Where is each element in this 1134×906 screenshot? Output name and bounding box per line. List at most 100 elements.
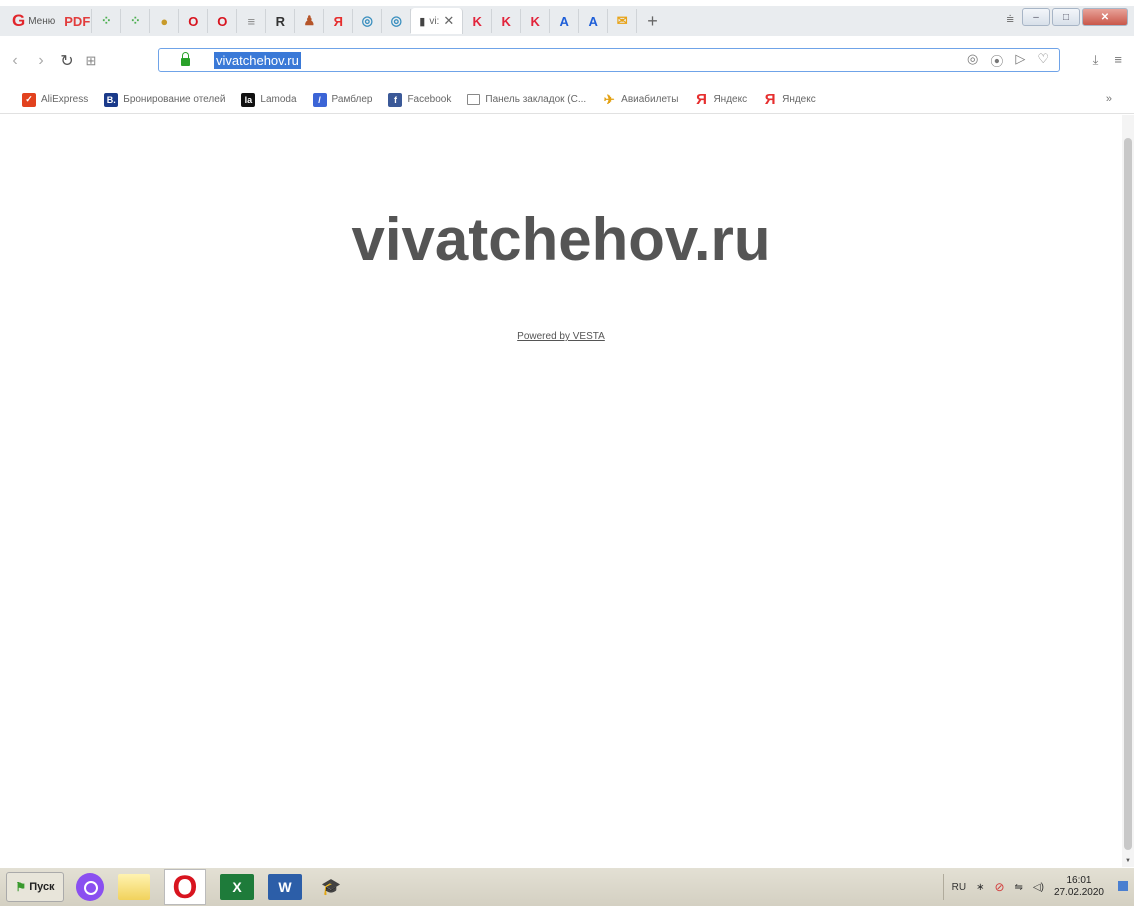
address-row: ‹ › ↻ ⊞ vivatchehov.ru ◎ ⦿ ▷ ♡ ⤓ ≡ <box>0 36 1134 86</box>
bookmark-item[interactable]: B. Бронирование отелей <box>104 92 226 107</box>
lock-icon[interactable] <box>181 52 190 66</box>
folder-icon <box>467 94 481 105</box>
tab[interactable]: A <box>550 9 580 33</box>
booking-icon: B. <box>104 92 119 107</box>
tab[interactable]: PDF <box>63 9 93 33</box>
clock-date: 27.02.2020 <box>1053 887 1104 898</box>
tabs-grid-icon[interactable]: ⊞ <box>78 53 104 69</box>
menu-icon[interactable]: ≡ <box>1114 52 1122 68</box>
camera-icon[interactable]: ◎ <box>967 51 978 70</box>
pdf-icon: PDF <box>64 13 91 29</box>
tab[interactable]: O <box>208 9 238 33</box>
person-icon: ♟ <box>303 13 316 28</box>
tab[interactable]: O <box>179 9 209 33</box>
tab[interactable]: ✉ <box>608 9 638 33</box>
word-icon[interactable]: W <box>268 874 302 900</box>
tab[interactable]: ⁘ <box>121 9 151 33</box>
tab[interactable]: ◎ <box>353 9 383 33</box>
tab-bar: G Меню PDF ⁘ ⁘ ● O O ≡ R ♟ Я ◎ ◎ ▮ vi: ✕ K K K A A ✉ + ⩧… <box>0 6 1134 36</box>
active-tab[interactable]: ▮ vi: ✕ <box>411 8 464 34</box>
bookmark-item[interactable]: / Рамблер <box>312 92 372 107</box>
window-controls: – □ ✕ <box>1022 6 1128 28</box>
volume-icon[interactable]: ◁) <box>1033 882 1044 893</box>
yandex-icon: Я <box>333 13 343 29</box>
bookmark-label: Lamoda <box>260 94 297 105</box>
graduation-cap-icon[interactable]: 🎓 <box>316 871 346 903</box>
scrollbar-thumb[interactable] <box>1124 138 1132 850</box>
protect-icon[interactable]: ⦿ <box>990 51 1003 70</box>
browser-menu-button[interactable]: G Меню <box>0 8 63 34</box>
bookmark-item[interactable]: ✓ AliExpress <box>22 92 88 107</box>
excel-icon[interactable]: X <box>220 874 254 900</box>
system-tray: RU ∗ ⊘ ⇋ ◁) 16:01 27.02.2020 <box>942 874 1104 900</box>
r-icon: R <box>275 13 285 29</box>
close-tab-icon[interactable]: ✕ <box>443 13 454 29</box>
start-button[interactable]: ⚑ Пуск <box>6 872 64 902</box>
bookmark-label: Панель закладок (C... <box>485 94 587 105</box>
a-icon: A <box>588 13 598 29</box>
tab[interactable]: ⁘ <box>92 9 122 33</box>
a-icon: A <box>559 13 569 29</box>
bluetooth-icon[interactable]: ∗ <box>976 882 984 893</box>
back-icon[interactable]: ‹ <box>4 52 26 70</box>
clock[interactable]: 16:01 27.02.2020 <box>1054 875 1104 899</box>
opera-taskbar-icon[interactable]: O <box>164 869 206 905</box>
more-bookmarks-icon[interactable]: » <box>1106 93 1112 105</box>
play-icon[interactable]: ▷ <box>1015 51 1025 70</box>
opera-icon: O <box>188 13 199 29</box>
page-content: vivatchehov.ru Powered by VESTA <box>0 115 1122 867</box>
scroll-down-arrow-icon[interactable]: ▼ <box>1125 858 1131 864</box>
opera-icon: O <box>217 13 228 29</box>
bookmark-item[interactable]: Я Яндекс <box>694 91 748 108</box>
address-bar[interactable]: vivatchehov.ru ◎ ⦿ ▷ ♡ <box>158 48 1060 72</box>
k-icon: K <box>501 13 511 29</box>
tab[interactable]: Я <box>324 9 354 33</box>
alice-assistant-icon[interactable] <box>76 873 104 901</box>
language-indicator[interactable]: RU <box>952 882 966 893</box>
powered-by-link[interactable]: Powered by VESTA <box>0 331 1122 342</box>
active-tab-label: vi: <box>429 15 440 27</box>
apps-icon: ⁘ <box>129 13 141 28</box>
tab[interactable]: K <box>521 9 551 33</box>
tab[interactable]: ≡ <box>237 9 267 33</box>
tab[interactable]: R <box>266 9 296 33</box>
forward-icon[interactable]: › <box>30 52 52 70</box>
sync-icon[interactable]: ⇋ <box>1015 882 1023 893</box>
tab[interactable]: A <box>579 9 609 33</box>
bookmark-label: Авиабилеты <box>621 94 679 105</box>
new-tab-button[interactable]: + <box>637 11 668 32</box>
bookmark-heart-icon[interactable]: ♡ <box>1037 51 1049 70</box>
bookmark-item[interactable]: ✈ Авиабилеты <box>602 91 679 107</box>
bookmark-label: Яндекс <box>713 94 748 105</box>
tab[interactable]: K <box>492 9 522 33</box>
download-icon[interactable]: ⤓ <box>1093 52 1099 68</box>
close-window-button[interactable]: ✕ <box>1082 8 1128 26</box>
page-icon: ▮ <box>419 15 426 28</box>
network-icon[interactable]: ⊘ <box>994 880 1004 894</box>
plane-icon: ✈ <box>603 91 615 107</box>
site-title: vivatchehov.ru <box>351 206 771 273</box>
reload-icon[interactable]: ↻ <box>56 51 78 71</box>
bookmark-item[interactable]: Панель закладок (C... <box>467 94 586 105</box>
url-text[interactable]: vivatchehov.ru <box>214 51 301 69</box>
bookmark-item[interactable]: la Lamoda <box>241 92 297 107</box>
bookmark-label: Бронирование отелей <box>123 94 226 105</box>
facebook-icon: f <box>388 92 403 107</box>
apps-icon: ⁘ <box>100 13 112 28</box>
tab[interactable]: ◎ <box>382 9 412 33</box>
globe-icon: ◎ <box>390 13 402 28</box>
maximize-button[interactable]: □ <box>1052 8 1080 26</box>
tab[interactable]: ● <box>150 9 180 33</box>
tab[interactable]: K <box>463 9 493 33</box>
cake-icon: ● <box>160 13 169 29</box>
tab[interactable]: ♟ <box>295 9 325 33</box>
bookmark-item[interactable]: f Facebook <box>388 92 451 107</box>
bookmark-item[interactable]: Я Яндекс <box>763 91 816 108</box>
tabs-filter-icon[interactable]: ⩧ <box>1006 11 1014 27</box>
show-desktop-button[interactable] <box>1118 881 1128 891</box>
file-explorer-icon[interactable] <box>118 874 150 900</box>
minimize-button[interactable]: – <box>1022 8 1050 26</box>
yandex-icon: Я <box>764 91 776 108</box>
start-label: Пуск <box>29 881 55 893</box>
clock-time: 16:01 <box>1066 875 1092 886</box>
